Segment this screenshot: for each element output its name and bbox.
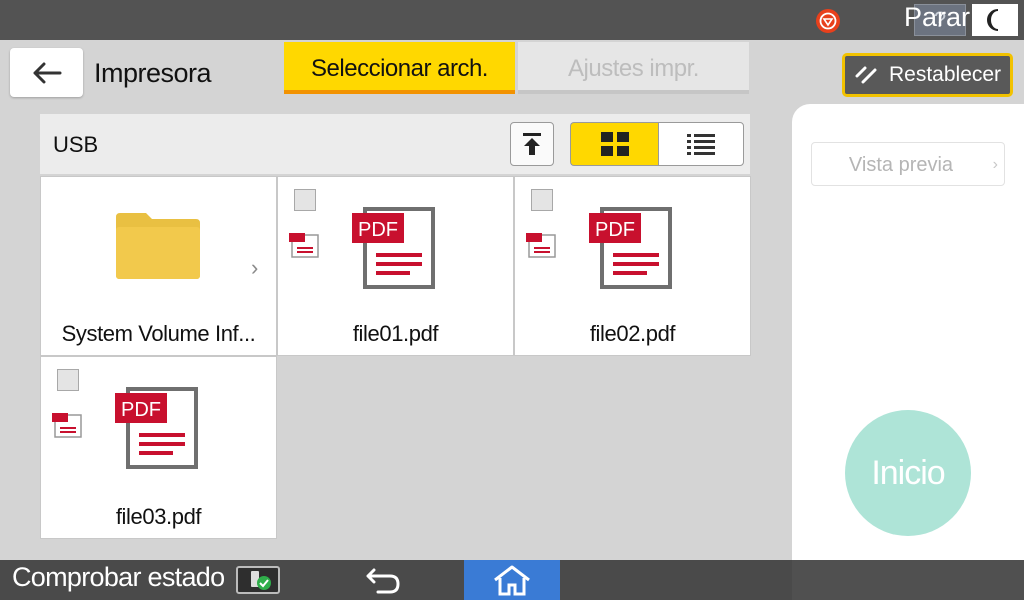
list-view-icon — [687, 134, 715, 155]
moon-icon — [987, 9, 999, 31]
file-tile[interactable]: PDF file03.pdf — [40, 356, 277, 539]
undo-icon — [366, 568, 400, 594]
home-button[interactable] — [464, 560, 560, 600]
tab-select-file[interactable]: Seleccionar arch. — [284, 42, 515, 94]
folder-tile[interactable]: › System Volume Inf... — [40, 176, 277, 356]
svg-text:PDF: PDF — [358, 219, 398, 241]
back-button[interactable] — [10, 48, 83, 97]
pdf-small-icon — [289, 233, 319, 258]
preview-label: Vista previa — [848, 154, 954, 176]
file-tile[interactable]: PDF file01.pdf — [277, 176, 514, 356]
chevron-right-icon: › — [251, 255, 259, 280]
chevron-right-icon: › — [992, 156, 998, 173]
upload-top-icon — [523, 133, 541, 155]
page-title: Impresora — [94, 58, 212, 88]
location-label: USB — [53, 132, 99, 157]
file-name: file03.pdf — [115, 504, 202, 529]
bottom-bar: Comprobar estado — [0, 560, 1024, 600]
stop-button[interactable] — [792, 560, 1024, 600]
folder-icon — [116, 213, 200, 279]
back-nav-button[interactable] — [360, 564, 408, 596]
list-view-button[interactable] — [658, 122, 744, 166]
preview-button[interactable]: Vista previa › — [811, 142, 1005, 186]
tab-print-settings[interactable]: Ajustes impr. — [518, 42, 749, 94]
location-header: USB — [40, 114, 750, 174]
go-top-button[interactable] — [510, 122, 554, 166]
grid-view-icon — [600, 132, 629, 156]
stop-icon — [816, 9, 840, 33]
start-button[interactable]: Inicio — [845, 410, 971, 536]
pdf-icon: PDF — [115, 387, 198, 469]
usb-ok-icon — [236, 566, 280, 594]
pdf-small-icon — [526, 233, 556, 258]
reset-button[interactable]: Restablecer — [842, 53, 1013, 97]
stop-label: Parar — [904, 2, 971, 32]
reset-icon — [855, 66, 877, 84]
select-checkbox[interactable] — [57, 369, 79, 391]
select-checkbox[interactable] — [294, 189, 316, 211]
arrow-left-icon — [33, 62, 61, 83]
select-checkbox[interactable] — [531, 189, 553, 211]
grid-view-button[interactable] — [570, 122, 658, 166]
night-mode-button[interactable] — [972, 4, 1018, 36]
pdf-icon: PDF — [352, 207, 435, 289]
file-name: file01.pdf — [352, 321, 439, 346]
file-name: System Volume Inf... — [61, 321, 256, 346]
top-bar: ? — [0, 0, 1024, 40]
check-status-button[interactable]: Comprobar estado — [12, 562, 225, 593]
file-tile[interactable]: PDF file02.pdf — [514, 176, 751, 356]
svg-text:PDF: PDF — [121, 399, 161, 421]
pdf-small-icon — [52, 413, 82, 438]
reset-label: Restablecer — [889, 63, 1002, 86]
file-name: file02.pdf — [589, 321, 676, 346]
pdf-icon: PDF — [589, 207, 672, 289]
home-icon — [494, 565, 530, 596]
svg-text:PDF: PDF — [595, 219, 635, 241]
